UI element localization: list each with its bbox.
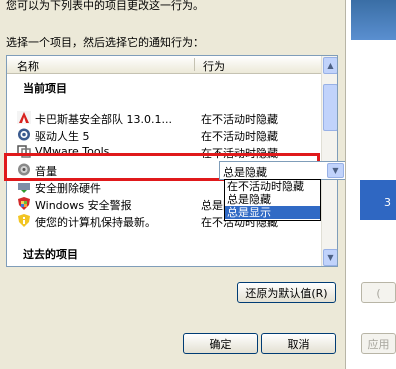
dropdown-option-selected[interactable]: 总是显示 (225, 206, 320, 219)
background-number: 3 (384, 196, 391, 209)
column-header-name[interactable]: 名称 (17, 58, 39, 74)
item-name: 卡巴斯基安全部队 13.0.1... (35, 113, 172, 126)
item-behavior: 在不活动时隐藏 (201, 113, 278, 126)
background-window-panel: 3 (360, 180, 396, 220)
restore-defaults-button[interactable]: 还原为默认值(R) (237, 282, 336, 303)
section-past-items: 过去的项目 (23, 248, 78, 261)
behavior-select-value: 总是隐藏 (223, 166, 267, 179)
vmware-icon (17, 145, 31, 158)
speaker-icon (18, 163, 30, 176)
column-separator[interactable] (194, 58, 195, 71)
intro-text: 您可以为下列表中的项目更改这一行为。 (6, 0, 204, 12)
background-button: ( (361, 282, 396, 303)
behavior-select[interactable]: 总是隐藏 ▼ (219, 161, 346, 180)
list-item[interactable]: 卡巴斯基安全部队 13.0.1... 在不活动时隐藏 (7, 109, 325, 126)
scroll-up-icon[interactable]: ▲ (323, 57, 337, 74)
ok-button[interactable]: 确定 (183, 333, 258, 354)
driver-gear-icon (18, 128, 30, 141)
info-icon (18, 214, 30, 227)
list-header: 名称 行为 (7, 56, 325, 74)
item-name: VMware Tools (35, 145, 110, 158)
cancel-button[interactable]: 取消 (261, 333, 336, 354)
instruction-label: 选择一个项目，然后选择它的通知行为： (6, 36, 204, 49)
scroll-down-icon[interactable]: ▼ (323, 249, 337, 266)
list-item[interactable]: VMware Tools 在不活动时隐藏 (7, 143, 325, 160)
item-name: 安全删除硬件 (35, 182, 101, 195)
chevron-down-icon[interactable]: ▼ (327, 163, 344, 178)
item-name: 驱动人生 5 (35, 130, 90, 143)
customize-notifications-dialog: 您可以为下列表中的项目更改这一行为。 选择一个项目，然后选择它的通知行为： 名称… (0, 0, 346, 369)
item-name: 音量 (35, 165, 57, 178)
kaspersky-icon (17, 111, 31, 124)
list-item[interactable]: 驱动人生 5 在不活动时隐藏 (7, 126, 325, 143)
background-window-titlebar (351, 0, 396, 40)
item-behavior: 在不活动时隐藏 (201, 147, 278, 160)
behavior-dropdown-list[interactable]: 在不活动时隐藏 总是隐藏 总是显示 (224, 179, 321, 221)
background-apply-button: 应用 (361, 333, 396, 354)
safely-remove-hardware-icon (18, 183, 30, 193)
item-name: Windows 安全警报 (35, 199, 132, 212)
item-name: 使您的计算机保持最新。 (35, 216, 156, 229)
section-current-items: 当前项目 (23, 82, 67, 95)
column-header-behavior[interactable]: 行为 (203, 58, 225, 74)
dropdown-option[interactable]: 在不活动时隐藏 (225, 180, 320, 193)
windows-security-shield-icon (18, 197, 30, 210)
item-behavior: 在不活动时隐藏 (201, 130, 278, 143)
dropdown-option[interactable]: 总是隐藏 (225, 193, 320, 206)
scroll-thumb[interactable] (323, 84, 337, 131)
